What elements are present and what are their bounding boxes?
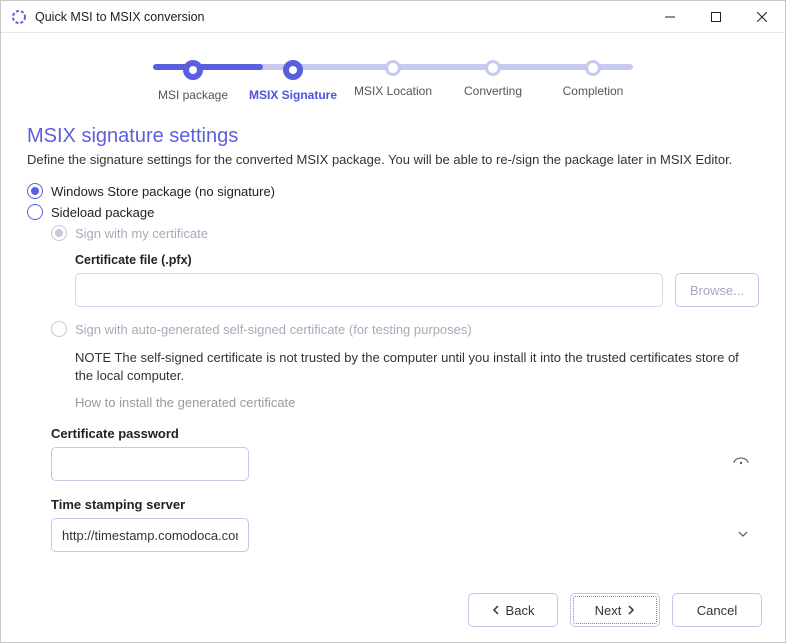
- chevron-left-icon: [492, 605, 500, 615]
- howto-link: How to install the generated certificate: [75, 395, 759, 410]
- app-icon: [11, 9, 27, 25]
- content-area: MSI package MSIX Signature MSIX Location…: [1, 33, 785, 593]
- step-msi-package[interactable]: MSI package: [143, 57, 243, 102]
- cert-file-input: [75, 273, 663, 307]
- reveal-password-icon[interactable]: [733, 455, 749, 476]
- radio-icon: [27, 204, 43, 220]
- wizard-stepper: MSI package MSIX Signature MSIX Location…: [143, 57, 643, 107]
- titlebar: Quick MSI to MSIX conversion: [1, 1, 785, 33]
- radio-sign-own-cert: Sign with my certificate: [51, 225, 759, 241]
- radio-icon: [27, 183, 43, 199]
- minimize-button[interactable]: [647, 1, 693, 33]
- next-button[interactable]: Next: [570, 593, 660, 627]
- page-description: Define the signature settings for the co…: [27, 152, 759, 167]
- step-converting: Converting: [443, 57, 543, 102]
- radio-sideload[interactable]: Sideload package: [27, 204, 759, 220]
- timestamp-server-input[interactable]: [51, 518, 249, 552]
- cert-password-label: Certificate password: [51, 426, 759, 441]
- self-signed-note: NOTE The self-signed certificate is not …: [75, 349, 759, 385]
- radio-icon: [51, 225, 67, 241]
- cancel-button[interactable]: Cancel: [672, 593, 762, 627]
- close-button[interactable]: [739, 1, 785, 33]
- wizard-footer: Back Next Cancel: [1, 592, 786, 642]
- radio-sign-self-cert: Sign with auto-generated self-signed cer…: [51, 321, 759, 337]
- cert-password-input[interactable]: [51, 447, 249, 481]
- browse-button: Browse...: [675, 273, 759, 307]
- step-msix-location: MSIX Location: [343, 57, 443, 102]
- back-button[interactable]: Back: [468, 593, 558, 627]
- cert-file-label: Certificate file (.pfx): [75, 253, 759, 267]
- step-msix-signature[interactable]: MSIX Signature: [243, 57, 343, 102]
- window-title: Quick MSI to MSIX conversion: [35, 10, 647, 24]
- chevron-right-icon: [627, 605, 635, 615]
- step-completion: Completion: [543, 57, 643, 102]
- timestamp-label: Time stamping server: [51, 497, 759, 512]
- radio-windows-store[interactable]: Windows Store package (no signature): [27, 183, 759, 199]
- maximize-button[interactable]: [693, 1, 739, 33]
- page-heading: MSIX signature settings: [27, 125, 759, 148]
- radio-icon: [51, 321, 67, 337]
- chevron-down-icon[interactable]: [737, 528, 749, 543]
